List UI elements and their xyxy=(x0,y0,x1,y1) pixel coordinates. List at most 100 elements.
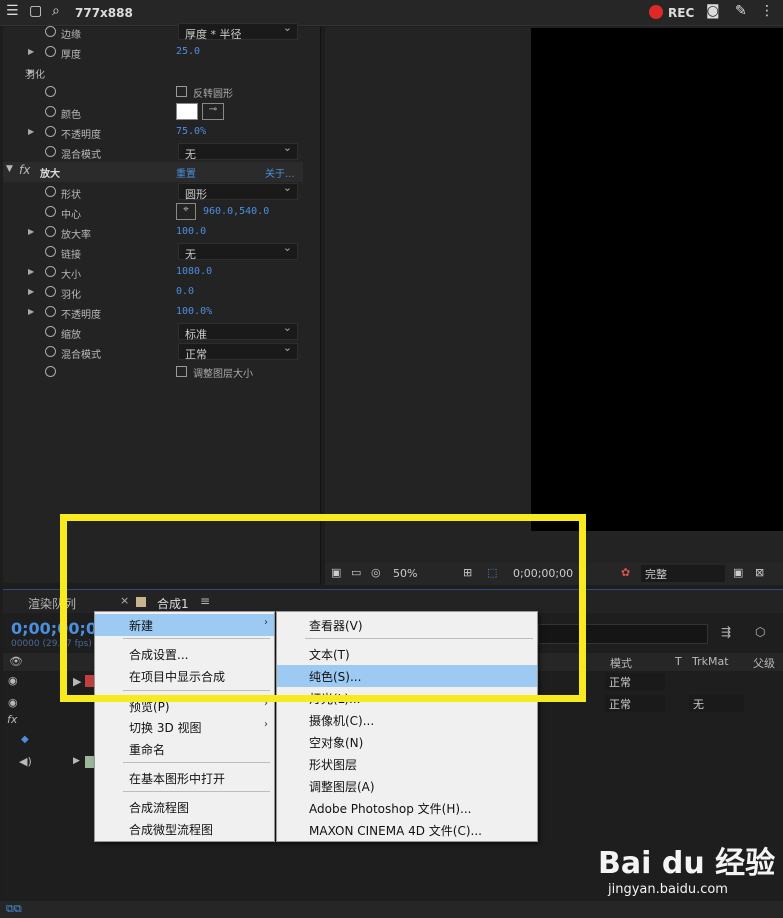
submenu-item[interactable]: 调整图层(A) xyxy=(277,775,537,797)
stopwatch-icon[interactable] xyxy=(45,346,56,357)
submenu-item[interactable]: 形状图层 xyxy=(277,753,537,775)
stopwatch-icon[interactable] xyxy=(45,326,56,337)
twirl-icon[interactable]: ▶ xyxy=(28,267,34,276)
twirl-icon[interactable]: ▶ xyxy=(28,127,34,136)
menu-item-label: 合成微型流程图 xyxy=(129,823,214,837)
property-value[interactable]: 100.0 xyxy=(176,226,206,237)
stopwatch-icon[interactable] xyxy=(45,286,56,297)
quality-select[interactable]: 完整 xyxy=(641,565,725,582)
context-menu-item[interactable]: 合成微型流程图 xyxy=(95,818,274,840)
checkbox[interactable] xyxy=(176,86,187,97)
color-swatch[interactable] xyxy=(176,103,198,120)
transparency-icon[interactable]: ⊠ xyxy=(755,566,764,579)
submenu-item[interactable]: 摄像机(C)... xyxy=(277,709,537,731)
stopwatch-icon[interactable] xyxy=(45,106,56,117)
property-dropdown[interactable]: 标准 xyxy=(178,321,298,341)
property-dropdown[interactable]: 厚度 * 半径 xyxy=(178,21,298,41)
property-dropdown[interactable]: 无 xyxy=(178,241,298,261)
twirl-icon[interactable]: ▼ xyxy=(6,164,13,174)
stopwatch-icon[interactable] xyxy=(45,266,56,277)
layer-mode-select[interactable]: 正常 xyxy=(605,695,665,712)
effect-row[interactable]: 形状 圆形 xyxy=(3,181,303,202)
eye-icon[interactable]: 👁 xyxy=(9,655,23,668)
visibility-icon[interactable]: ◉ xyxy=(8,674,18,687)
property-value[interactable]: 25.0 xyxy=(176,46,200,57)
twirl-icon[interactable]: ▶ xyxy=(28,227,34,236)
effect-row[interactable]: 混合模式 无 xyxy=(3,141,303,162)
submenu-item[interactable]: Adobe Photoshop 文件(H)... xyxy=(277,797,537,819)
3d-draft-icon[interactable]: ⬡ xyxy=(755,625,765,639)
stopwatch-icon[interactable] xyxy=(45,146,56,157)
stopwatch-icon[interactable] xyxy=(45,86,56,97)
crosshair-icon[interactable]: ⌖ xyxy=(176,203,196,220)
stopwatch-icon[interactable] xyxy=(45,366,56,377)
stopwatch-icon[interactable] xyxy=(45,126,56,137)
effect-row[interactable]: ▶ 不透明度 75.0% xyxy=(3,122,303,142)
effect-row[interactable]: 中心 960.0,540.0 ⌖ xyxy=(3,202,303,222)
effect-row[interactable]: 链接 无 xyxy=(3,241,303,262)
effect-row[interactable]: ▶ 放大率 100.0 xyxy=(3,222,303,242)
effect-row[interactable]: 反转圆形 xyxy=(3,82,303,102)
property-dropdown[interactable]: 正常 xyxy=(178,341,298,361)
trkmat-select[interactable]: 无 xyxy=(689,695,744,712)
context-menu-item[interactable]: 重命名 xyxy=(95,738,274,760)
eyedropper-icon[interactable]: ⊸ xyxy=(202,103,224,120)
effect-row[interactable]: 缩放 标准 xyxy=(3,321,303,342)
effect-row[interactable]: 混合模式 正常 xyxy=(3,341,303,362)
effect-row[interactable]: ▶ 大小 1080.0 xyxy=(3,262,303,282)
effect-row[interactable]: ▶ 不透明度 100.0% xyxy=(3,302,303,322)
context-menu-item[interactable]: 切换 3D 视图 › xyxy=(95,716,274,738)
audio-icon[interactable]: ◀) xyxy=(19,755,32,768)
property-label: 混合模式 xyxy=(61,150,101,161)
effect-row[interactable]: 颜色 ⊸ xyxy=(3,102,303,122)
effect-row[interactable]: 边缘 厚度 * 半径 xyxy=(3,21,303,42)
about-link[interactable]: 关于... xyxy=(265,165,295,180)
render-icon[interactable]: ⧉⧉ xyxy=(6,902,22,916)
composition-canvas[interactable] xyxy=(531,28,783,531)
property-value[interactable]: 960.0,540.0 xyxy=(203,206,269,217)
property-value[interactable]: 1080.0 xyxy=(176,266,212,277)
property-value[interactable]: 100.0% xyxy=(176,306,212,317)
stopwatch-icon[interactable] xyxy=(45,206,56,217)
composition-flow-icon[interactable]: ⇶ xyxy=(721,625,731,639)
reset-link[interactable]: 重置 xyxy=(176,165,196,180)
checkbox[interactable] xyxy=(176,366,187,377)
stopwatch-icon[interactable] xyxy=(45,26,56,37)
effect-row[interactable]: ▶ 羽化 xyxy=(3,62,303,82)
twirl-icon[interactable]: ▶ xyxy=(28,47,34,56)
effect-row[interactable]: ▶ 厚度 25.0 xyxy=(3,42,303,62)
pen-icon[interactable]: ✎ xyxy=(735,3,747,19)
submenu-item[interactable]: MAXON CINEMA 4D 文件(C)... xyxy=(277,819,537,841)
stopwatch-icon[interactable] xyxy=(45,186,56,197)
stopwatch-icon[interactable] xyxy=(45,306,56,317)
fx-icon[interactable]: fx xyxy=(19,163,30,177)
effect-row[interactable]: 调整图层大小 xyxy=(3,362,303,382)
stopwatch-icon[interactable] xyxy=(45,226,56,237)
property-value[interactable]: 75.0% xyxy=(176,126,206,137)
visibility-icon[interactable]: ◉ xyxy=(8,696,18,709)
property-value[interactable]: 0.0 xyxy=(176,286,194,297)
twirl-icon[interactable]: ▶ xyxy=(28,287,34,296)
expand-icon[interactable]: ▶ xyxy=(73,756,80,766)
keyframe-icon[interactable]: ◆ xyxy=(21,734,29,745)
color-icon[interactable]: ✿ xyxy=(621,566,630,579)
context-menu-item[interactable]: 合成流程图 xyxy=(95,796,274,818)
effect-row[interactable]: ▶ 羽化 0.0 xyxy=(3,282,303,302)
submenu-item[interactable]: 空对象(N) xyxy=(277,731,537,753)
record-icon[interactable] xyxy=(649,5,663,19)
effect-row[interactable]: ▼ fx 放大 重置 关于... xyxy=(3,162,303,182)
search-icon[interactable]: ⌕ xyxy=(52,3,60,19)
stopwatch-icon[interactable] xyxy=(45,46,56,57)
layer-mode-select[interactable]: 正常 xyxy=(605,673,665,690)
twirl-icon[interactable]: ▶ xyxy=(28,307,34,316)
hamburger-icon[interactable]: ☰ xyxy=(6,3,19,19)
property-dropdown[interactable]: 无 xyxy=(178,141,298,161)
more-icon[interactable]: ⋮ xyxy=(760,3,774,19)
property-dropdown[interactable]: 圆形 xyxy=(178,181,298,201)
view-icon[interactable]: ▣ xyxy=(733,566,743,579)
stopwatch-icon[interactable] xyxy=(45,246,56,257)
context-menu-item[interactable]: 在基本图形中打开 xyxy=(95,767,274,789)
camera-icon[interactable]: ◙ xyxy=(706,3,720,19)
rec-label[interactable]: REC xyxy=(668,6,694,20)
window-icon[interactable]: ▢ xyxy=(29,3,42,19)
